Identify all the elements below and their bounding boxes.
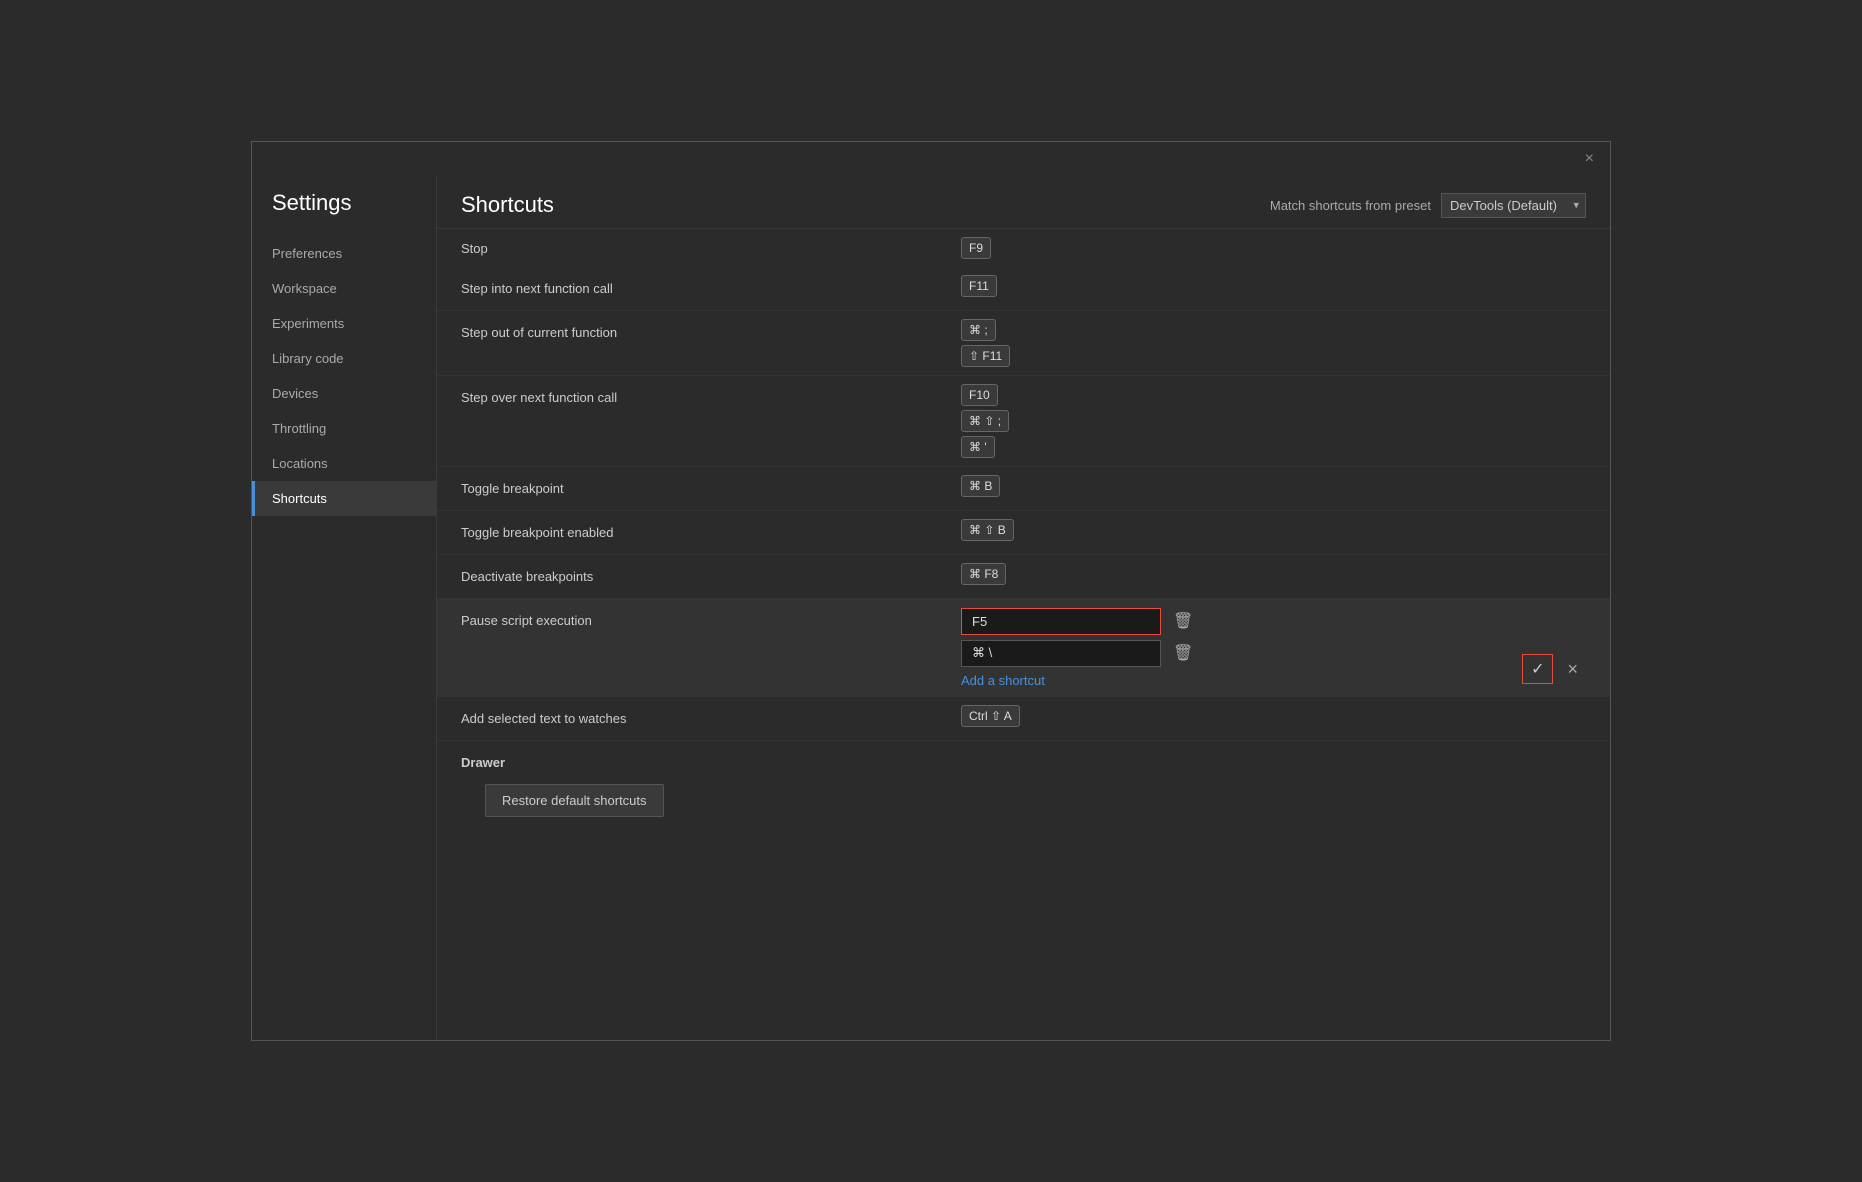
key-cmd-semi: ⌘ ; [961,319,996,341]
key-shift-f11: ⇧ F11 [961,345,1010,367]
key-cmd-shift-b: ⌘ ⇧ B [961,519,1014,541]
preset-select-wrap: DevTools (Default) Visual Studio Code [1441,193,1586,218]
shortcut-row-pause: Pause script execution 🗑 🗑 Add a shortcu… [437,599,1610,697]
shortcut-input-2[interactable] [961,640,1161,667]
kbd-group-cmd-apostrophe: ⌘ ' [961,436,1586,458]
main-content: Shortcuts Match shortcuts from preset De… [437,176,1610,1040]
add-shortcut-link[interactable]: Add a shortcut [961,671,1522,688]
settings-window: × Settings Preferences Workspace Experim… [251,141,1611,1041]
shortcut-label-step-out: Step out of current function [461,319,961,340]
kbd-group-shift-f11: ⇧ F11 [961,345,1586,367]
shortcut-keys-step-into: F11 [961,275,1586,297]
close-button[interactable]: × [1579,148,1600,170]
shortcut-label-add-to-watches: Add selected text to watches [461,705,961,726]
shortcut-keys-deactivate: ⌘ F8 [961,563,1586,585]
shortcut-label-deactivate: Deactivate breakpoints [461,563,961,584]
shortcut-row-stop: Stop F9 [437,229,1610,267]
shortcut-row-toggle-bp: Toggle breakpoint ⌘ B [437,467,1610,511]
shortcut-label-stop: Stop [461,241,961,256]
preset-label: Match shortcuts from preset [1270,198,1431,213]
cancel-button[interactable]: × [1559,655,1586,684]
shortcut-label-step-over: Step over next function call [461,384,961,405]
sidebar-item-throttling[interactable]: Throttling [252,411,436,446]
kbd-group-cmd-b: ⌘ B [961,475,1586,497]
restore-default-button[interactable]: Restore default shortcuts [485,784,664,817]
shortcut-row-add-to-watches: Add selected text to watches Ctrl ⇧ A [437,697,1610,741]
main-header: Shortcuts Match shortcuts from preset De… [437,176,1610,229]
sidebar-item-experiments[interactable]: Experiments [252,306,436,341]
sidebar-item-workspace[interactable]: Workspace [252,271,436,306]
shortcut-row-step-into: Step into next function call F11 [437,267,1610,311]
kbd-group-cmd-semi: ⌘ ; [961,319,1586,341]
title-bar: × [252,142,1610,176]
shortcut-label-pause: Pause script execution [461,607,961,628]
key-f9: F9 [961,237,991,259]
key-f11: F11 [961,275,997,297]
kbd-group-cmd-shift-b: ⌘ ⇧ B [961,519,1586,541]
key-cmd-shift-semi: ⌘ ⇧ ; [961,410,1009,432]
window-body: Settings Preferences Workspace Experimen… [252,176,1610,1040]
shortcut-label-toggle-bp: Toggle breakpoint [461,475,961,496]
sidebar-item-locations[interactable]: Locations [252,446,436,481]
shortcut-keys-step-out: ⌘ ; ⇧ F11 [961,319,1586,367]
input-row-2: 🗑 [961,639,1522,667]
shortcut-keys-step-over: F10 ⌘ ⇧ ; ⌘ ' [961,384,1586,458]
delete-button-2[interactable]: 🗑 [1169,639,1197,667]
shortcut-row-step-over: Step over next function call F10 ⌘ ⇧ ; ⌘… [437,376,1610,467]
edit-actions: ✓ × [1522,654,1586,688]
restore-btn-wrapper: Restore default shortcuts [437,776,1610,849]
input-row-1: 🗑 [961,607,1522,635]
key-f10: F10 [961,384,998,406]
checkmark-icon: ✓ [1531,659,1544,679]
shortcut-row-toggle-bp-enabled: Toggle breakpoint enabled ⌘ ⇧ B [437,511,1610,555]
key-cmd-apostrophe: ⌘ ' [961,436,995,458]
shortcut-label-step-into: Step into next function call [461,275,961,296]
shortcut-keys-toggle-bp-enabled: ⌘ ⇧ B [961,519,1586,541]
kbd-group-f11: F11 [961,275,1586,297]
sidebar-item-devices[interactable]: Devices [252,376,436,411]
sidebar-item-library-code[interactable]: Library code [252,341,436,376]
sidebar-item-shortcuts[interactable]: Shortcuts [252,481,436,516]
close-icon: × [1567,659,1578,679]
drawer-section-label: Drawer [437,741,1610,776]
confirm-button[interactable]: ✓ [1522,654,1553,684]
sidebar: Settings Preferences Workspace Experimen… [252,176,437,1040]
shortcut-row-step-out: Step out of current function ⌘ ; ⇧ F11 [437,311,1610,376]
page-title: Shortcuts [461,192,554,218]
sidebar-title: Settings [252,176,436,236]
key-cmd-f8: ⌘ F8 [961,563,1006,585]
sidebar-item-preferences[interactable]: Preferences [252,236,436,271]
kbd-group-f10: F10 [961,384,1586,406]
key-ctrl-shift-a: Ctrl ⇧ A [961,705,1020,727]
shortcut-keys-add-to-watches: Ctrl ⇧ A [961,705,1586,727]
preset-row: Match shortcuts from preset DevTools (De… [1270,193,1586,218]
shortcut-label-toggle-bp-enabled: Toggle breakpoint enabled [461,519,961,540]
shortcut-input-1[interactable] [961,608,1161,635]
shortcut-keys-toggle-bp: ⌘ B [961,475,1586,497]
kbd-group-ctrl-shift-a: Ctrl ⇧ A [961,705,1586,727]
shortcut-keys-pause: 🗑 🗑 Add a shortcut [961,607,1522,688]
kbd-group-cmd-shift-semi: ⌘ ⇧ ; [961,410,1586,432]
shortcut-keys-stop: F9 [961,237,991,259]
key-cmd-b: ⌘ B [961,475,1000,497]
kbd-group-cmd-f8: ⌘ F8 [961,563,1586,585]
delete-button-1[interactable]: 🗑 [1169,607,1197,635]
shortcuts-list: Stop F9 Step into next function call F11 [437,229,1610,1040]
preset-select[interactable]: DevTools (Default) Visual Studio Code [1441,193,1586,218]
shortcut-row-deactivate: Deactivate breakpoints ⌘ F8 [437,555,1610,599]
